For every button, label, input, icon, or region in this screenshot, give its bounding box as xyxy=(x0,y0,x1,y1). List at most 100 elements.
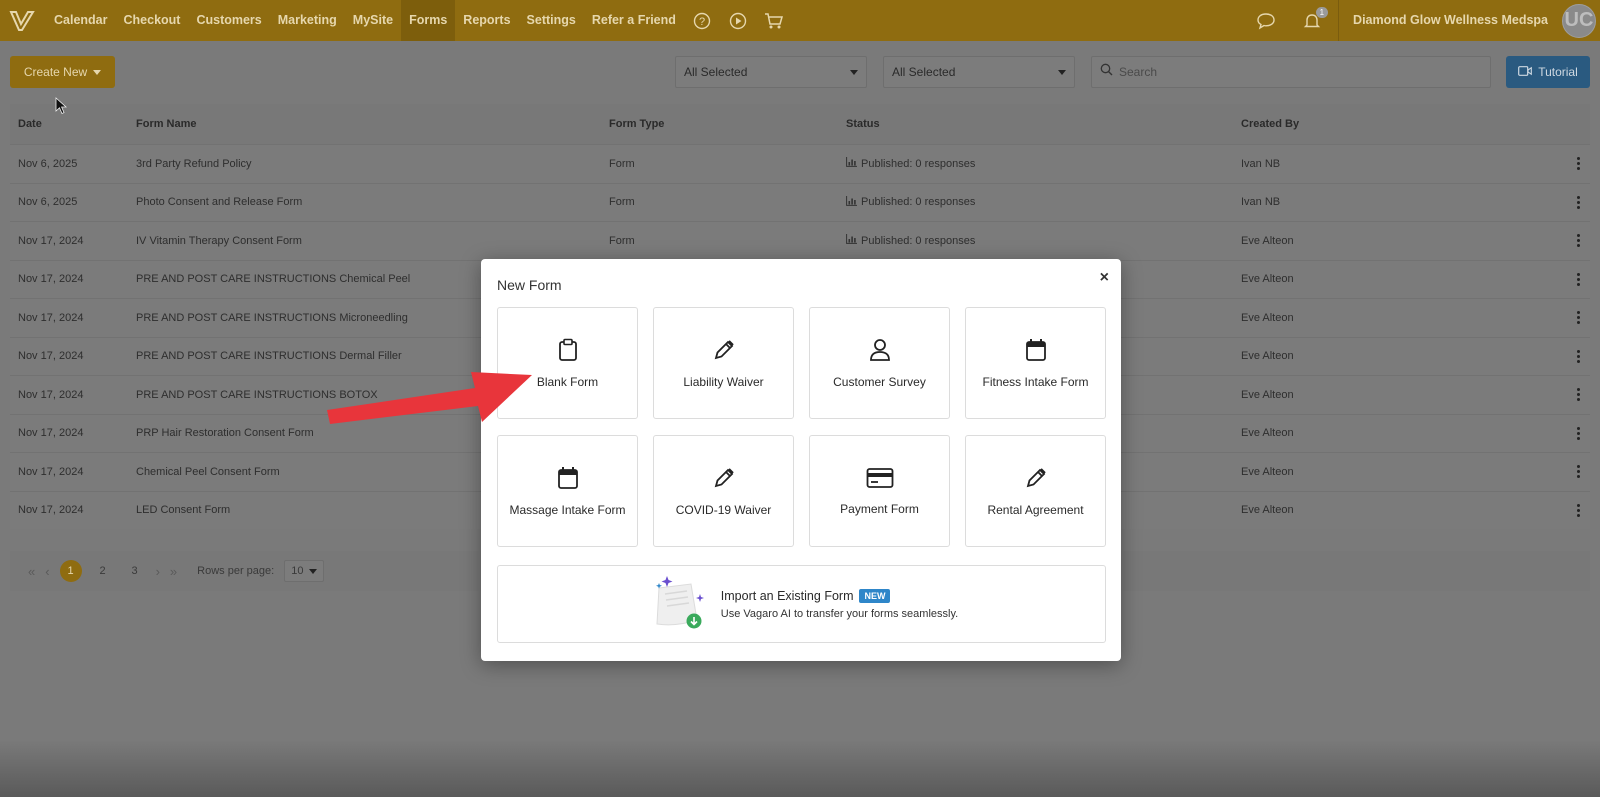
more-options-icon[interactable] xyxy=(1566,426,1590,440)
import-existing-form[interactable]: Import an Existing Form NEW Use Vagaro A… xyxy=(497,565,1106,643)
tile-label: Customer Survey xyxy=(833,374,926,389)
new-badge: NEW xyxy=(859,588,891,603)
header-created-by[interactable]: Created By xyxy=(1241,118,1566,130)
tile-massage-intake-form[interactable]: Massage Intake Form xyxy=(497,435,638,547)
more-options-icon[interactable] xyxy=(1566,195,1590,209)
cell-created-by: Eve Alteon xyxy=(1241,350,1294,363)
cell-created-by: Eve Alteon xyxy=(1241,234,1294,247)
tile-rental-agreement[interactable]: Rental Agreement xyxy=(965,435,1106,547)
business-name[interactable]: Diamond Glow Wellness Medspa xyxy=(1338,0,1562,41)
more-options-icon[interactable] xyxy=(1566,349,1590,363)
tile-covid-19-waiver[interactable]: COVID-19 Waiver xyxy=(653,435,794,547)
chart-icon xyxy=(846,195,857,209)
avatar[interactable]: UC xyxy=(1562,3,1596,38)
cell-form-name[interactable]: 3rd Party Refund Policy xyxy=(136,158,609,170)
cell-created-by: Eve Alteon xyxy=(1241,311,1294,324)
table-row[interactable]: Nov 6, 2025 3rd Party Refund Policy Form Pu… xyxy=(10,144,1590,183)
search-box xyxy=(1091,56,1491,88)
tile-label: COVID-19 Waiver xyxy=(675,502,772,517)
rows-per-page-value: 10 xyxy=(291,565,304,577)
search-icon xyxy=(1100,63,1113,81)
search-input[interactable] xyxy=(1119,65,1479,79)
nav-item-reports[interactable]: Reports xyxy=(455,0,518,41)
tile-customer-survey[interactable]: Customer Survey xyxy=(809,307,950,419)
tile-label: Fitness Intake Form xyxy=(982,374,1089,389)
prev-page-icon[interactable]: ‹ xyxy=(45,564,49,579)
tile-label: Payment Form xyxy=(840,501,919,516)
import-title: Import an Existing Form xyxy=(720,588,854,603)
cell-status: Published: 0 responses xyxy=(846,157,1241,170)
header-date[interactable]: Date xyxy=(10,118,136,130)
new-form-modal: New Form × Blank Form Liability Waiver C… xyxy=(481,259,1121,661)
page-footer-shade xyxy=(0,740,1600,797)
nav-item-forms[interactable]: Forms xyxy=(401,0,456,41)
rows-per-page-label: Rows per page: xyxy=(197,565,275,577)
cell-date: Nov 17, 2024 xyxy=(18,465,84,478)
nav-item-checkout[interactable]: Checkout xyxy=(116,0,189,41)
status-text: Published: 0 responses xyxy=(861,234,976,247)
svg-text:?: ? xyxy=(699,16,705,28)
more-options-icon[interactable] xyxy=(1566,388,1590,402)
tile-fitness-intake-form[interactable]: Fitness Intake Form xyxy=(965,307,1106,419)
header-form-name[interactable]: Form Name xyxy=(136,118,609,130)
nav-item-settings[interactable]: Settings xyxy=(519,0,584,41)
person-icon xyxy=(869,338,891,367)
more-options-icon[interactable] xyxy=(1566,157,1590,171)
status-filter[interactable]: All Selected xyxy=(883,56,1075,88)
page-2-button[interactable]: 2 xyxy=(92,560,114,582)
calendar-icon xyxy=(1025,338,1047,367)
create-new-button[interactable]: Create New xyxy=(10,56,115,88)
rows-per-page-select[interactable]: 10 xyxy=(284,560,325,582)
more-options-icon[interactable] xyxy=(1566,503,1590,517)
mouse-cursor-icon xyxy=(55,97,67,115)
tile-payment-form[interactable]: Payment Form xyxy=(809,435,950,547)
more-options-icon[interactable] xyxy=(1566,272,1590,286)
bell-icon[interactable]: 1 xyxy=(1302,6,1329,31)
chevron-down-icon xyxy=(850,69,858,75)
import-subtitle: Use Vagaro AI to transfer your forms sea… xyxy=(720,607,959,620)
chat-icon[interactable] xyxy=(1256,11,1276,31)
form-type-filter[interactable]: All Selected xyxy=(675,56,867,88)
next-page-icon[interactable]: › xyxy=(156,564,160,579)
more-options-icon[interactable] xyxy=(1566,311,1590,325)
table-header: Date Form Name Form Type Status Created … xyxy=(10,104,1590,144)
chart-icon xyxy=(846,234,857,247)
status-text: Published: 0 responses xyxy=(861,157,976,170)
cell-date: Nov 17, 2024 xyxy=(18,427,84,440)
nav-item-calendar[interactable]: Calendar xyxy=(46,0,116,41)
status-filter-value: All Selected xyxy=(892,65,956,79)
vagaro-logo[interactable] xyxy=(4,0,40,41)
tile-liability-waiver[interactable]: Liability Waiver xyxy=(653,307,794,419)
form-type-filter-value: All Selected xyxy=(684,65,748,79)
cell-date: Nov 6, 2025 xyxy=(18,157,78,170)
more-options-icon[interactable] xyxy=(1566,465,1590,479)
cell-date: Nov 6, 2025 xyxy=(18,196,78,209)
help-icon[interactable]: ? xyxy=(692,11,712,31)
cell-form-name[interactable]: IV Vitamin Therapy Consent Form xyxy=(136,235,609,247)
first-page-icon[interactable]: « xyxy=(28,564,35,579)
cell-form-name[interactable]: Photo Consent and Release Form xyxy=(136,196,609,208)
tile-label: Massage Intake Form xyxy=(509,502,626,517)
table-row[interactable]: Nov 17, 2024 IV Vitamin Therapy Consent F… xyxy=(10,221,1590,260)
close-icon[interactable]: × xyxy=(1100,269,1109,287)
more-options-icon[interactable] xyxy=(1566,234,1590,248)
nav-item-mysite[interactable]: MySite xyxy=(345,0,401,41)
page-3-button[interactable]: 3 xyxy=(124,560,146,582)
video-icon xyxy=(1518,65,1533,79)
page-1-button[interactable]: 1 xyxy=(59,560,82,582)
cell-created-by: Ivan NB xyxy=(1241,157,1281,170)
last-page-icon[interactable]: » xyxy=(170,564,177,579)
nav-item-marketing[interactable]: Marketing xyxy=(270,0,345,41)
header-status[interactable]: Status xyxy=(846,118,1241,130)
header-form-type[interactable]: Form Type xyxy=(609,118,846,130)
tile-label: Blank Form xyxy=(536,374,599,389)
cart-icon[interactable] xyxy=(764,11,784,31)
tile-label: Rental Agreement xyxy=(987,502,1084,517)
cell-status: Published: 0 responses xyxy=(846,195,1241,209)
nav-item-refer-a-friend[interactable]: Refer a Friend xyxy=(584,0,684,41)
play-icon[interactable] xyxy=(728,11,748,31)
tutorial-button[interactable]: Tutorial xyxy=(1506,56,1590,88)
cell-form-type: Form xyxy=(609,157,635,170)
nav-item-customers[interactable]: Customers xyxy=(188,0,269,41)
table-row[interactable]: Nov 6, 2025 Photo Consent and Release For… xyxy=(10,182,1590,221)
